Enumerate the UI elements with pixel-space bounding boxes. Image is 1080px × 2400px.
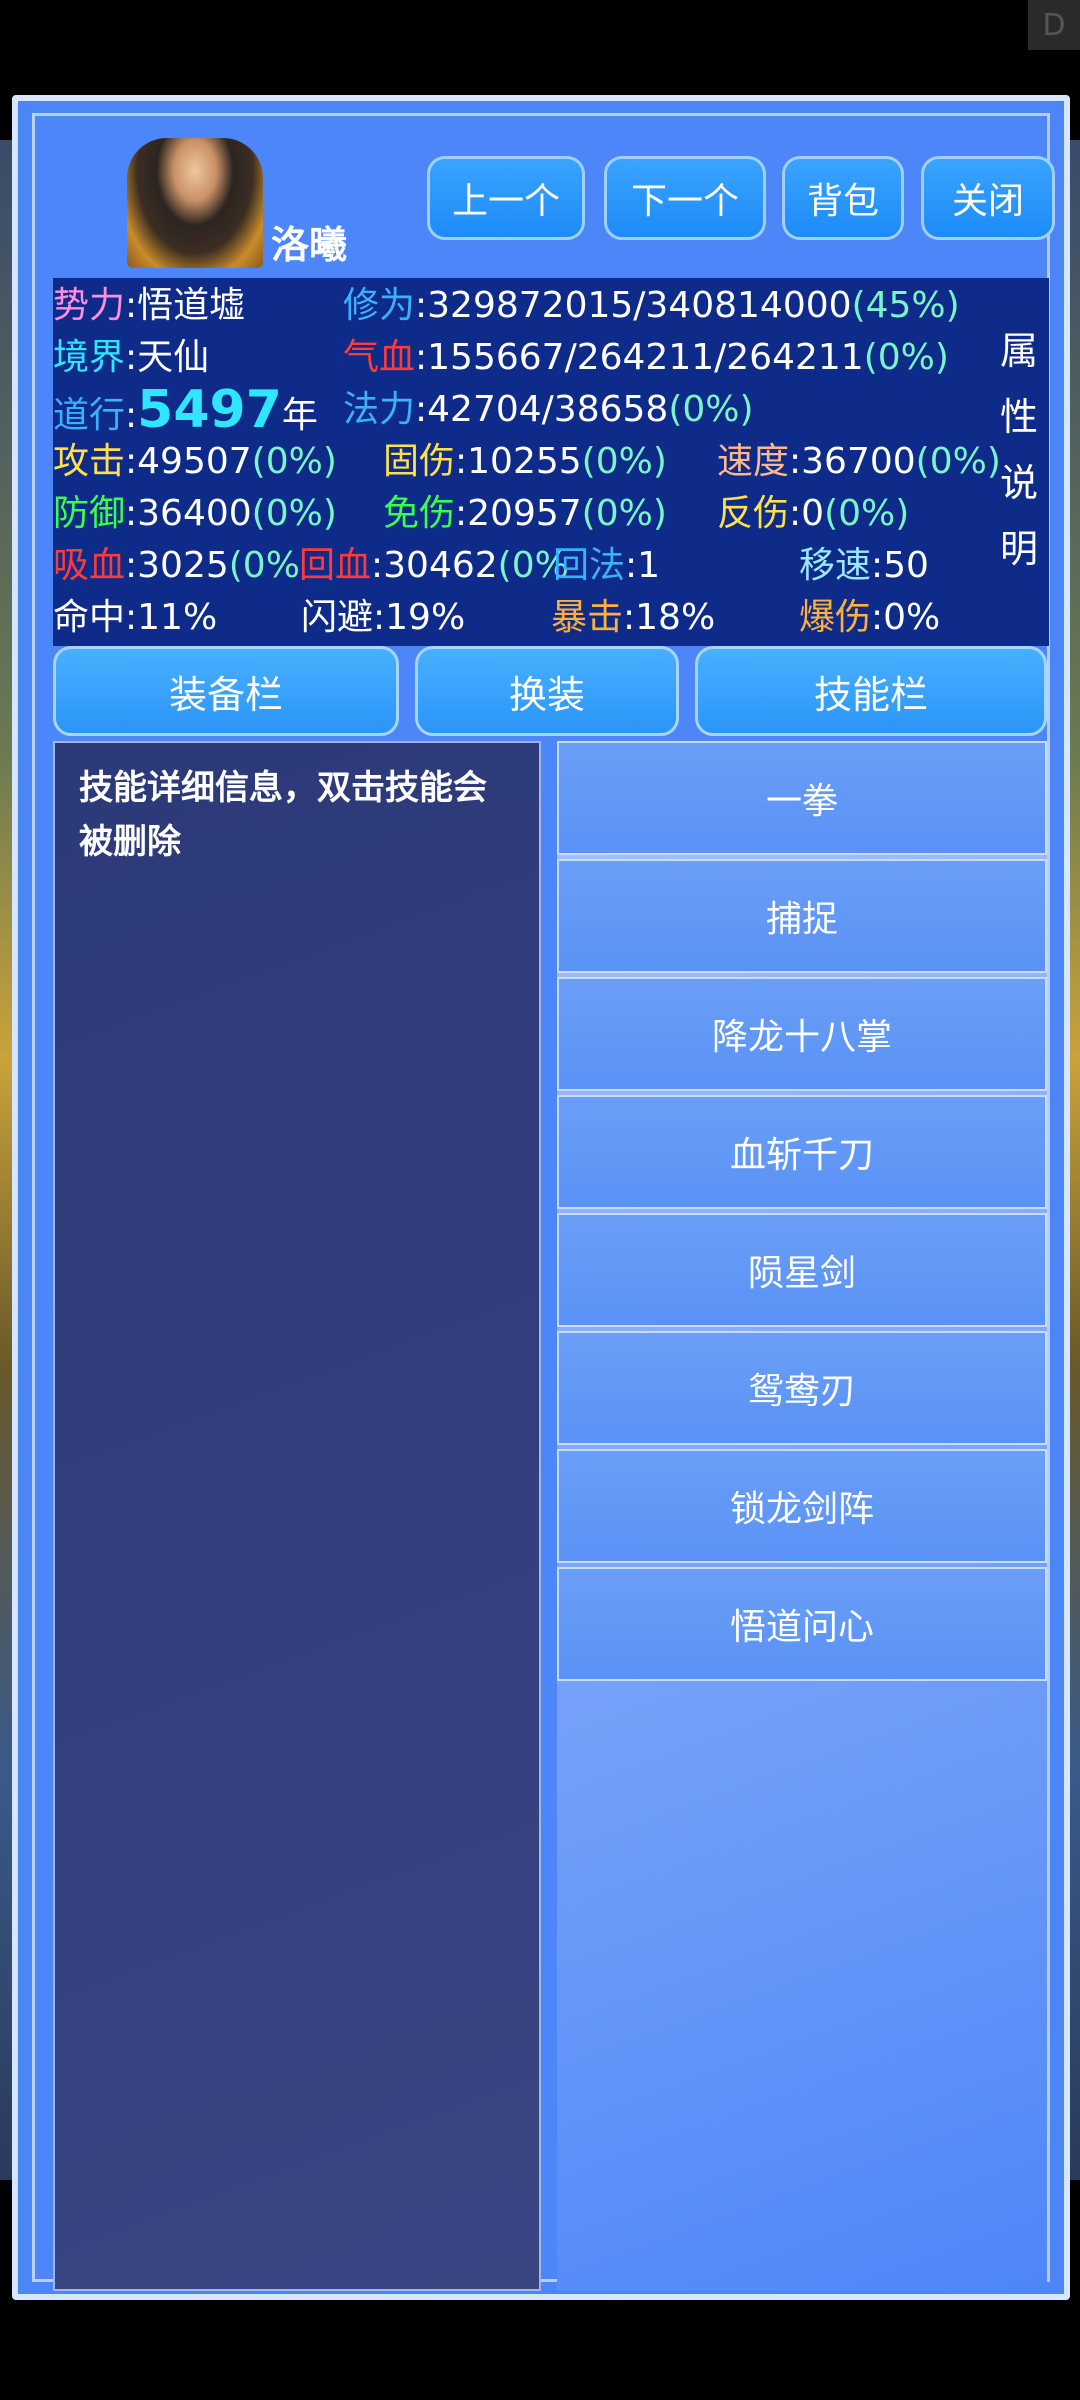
skill-list: 一拳 捕捉 降龙十八掌 血斩千刀 陨星剑 鸳鸯刃 锁龙剑阵 悟道问心: [557, 741, 1047, 1685]
stat-cultivation: 修为:329872015/340814000(45%): [343, 285, 960, 326]
bag-button[interactable]: 背包: [782, 156, 904, 240]
skill-detail-panel: 技能详细信息，双击技能会被删除: [53, 741, 541, 2291]
corner-button[interactable]: D: [1028, 0, 1080, 50]
skill-item[interactable]: 血斩千刀: [557, 1095, 1047, 1209]
character-panel-inner: 洛曦 上一个 下一个 背包 关闭 势力:悟道墟 修为:329872015/340…: [32, 113, 1055, 2291]
stats-panel: 势力:悟道墟 修为:329872015/340814000(45%) 境界:天仙…: [53, 278, 1049, 646]
stat-regen-hp: 回血:30462(0%: [299, 545, 569, 586]
skill-item[interactable]: 降龙十八掌: [557, 977, 1047, 1091]
stat-defense: 防御:36400(0%): [53, 493, 337, 534]
skill-item[interactable]: 鸳鸯刃: [557, 1331, 1047, 1445]
stat-hp: 气血:155667/264211/264211(0%): [343, 337, 949, 378]
skill-item[interactable]: 锁龙剑阵: [557, 1449, 1047, 1563]
tab-equipment[interactable]: 装备栏: [53, 646, 399, 736]
tab-swap-outfit[interactable]: 换装: [415, 646, 679, 736]
next-button[interactable]: 下一个: [604, 156, 766, 240]
stat-regen-mp: 回法:1: [553, 545, 661, 586]
stat-faction: 势力:悟道墟: [53, 285, 246, 326]
character-avatar: [127, 138, 263, 268]
stat-speed: 速度:36700(0%): [717, 441, 1001, 482]
attribute-info-button[interactable]: 属 性 说 明: [997, 318, 1041, 582]
character-name: 洛曦: [271, 223, 348, 267]
stat-dao: 道行:5497年: [53, 380, 318, 440]
tab-skills[interactable]: 技能栏: [695, 646, 1047, 736]
stat-dodge: 闪避:19%: [301, 597, 466, 638]
stat-move-speed: 移速:50: [799, 545, 929, 586]
character-panel: 洛曦 上一个 下一个 背包 关闭 势力:悟道墟 修为:329872015/340…: [12, 95, 1070, 2300]
stat-fixed-damage: 固伤:10255(0%): [383, 441, 667, 482]
stat-realm: 境界:天仙: [53, 337, 210, 378]
skill-item[interactable]: 一拳: [557, 741, 1047, 855]
skill-item[interactable]: 悟道问心: [557, 1567, 1047, 1681]
stat-mana: 法力:42704/38658(0%): [343, 389, 754, 430]
stat-lifesteal: 吸血:3025(0%: [53, 545, 300, 586]
close-button[interactable]: 关闭: [921, 156, 1055, 240]
stat-damage-immunity: 免伤:20957(0%): [383, 493, 667, 534]
stat-hit: 命中:11%: [53, 597, 218, 638]
stat-crit: 暴击:18%: [551, 597, 716, 638]
stat-crit-damage: 爆伤:0%: [799, 597, 941, 638]
skill-detail-text: 技能详细信息，双击技能会被删除: [79, 768, 487, 862]
skill-list-area[interactable]: 一拳 捕捉 降龙十八掌 血斩千刀 陨星剑 鸳鸯刃 锁龙剑阵 悟道问心: [557, 741, 1047, 2291]
prev-button[interactable]: 上一个: [427, 156, 585, 240]
stat-reflect: 反伤:0(0%): [717, 493, 910, 534]
skill-item[interactable]: 陨星剑: [557, 1213, 1047, 1327]
skill-item[interactable]: 捕捉: [557, 859, 1047, 973]
stat-attack: 攻击:49507(0%): [53, 441, 337, 482]
